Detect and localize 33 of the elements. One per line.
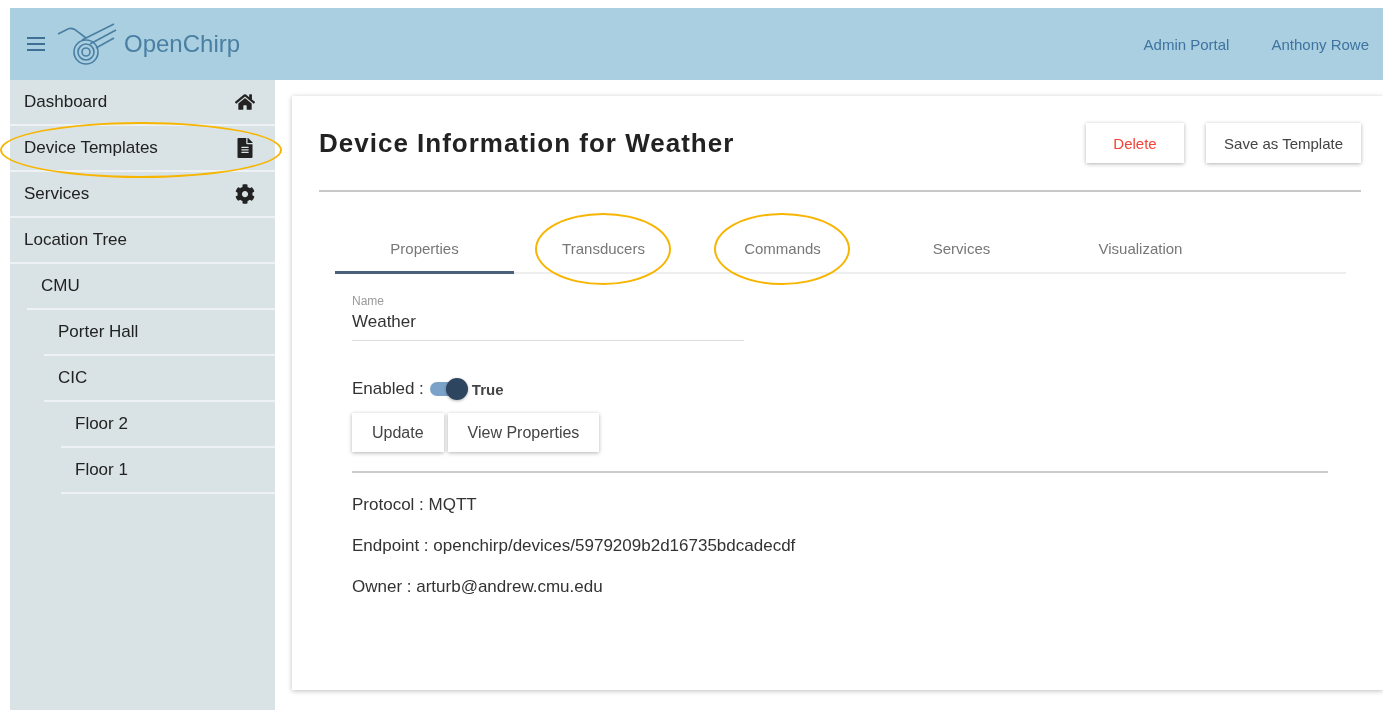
tree-item[interactable]: Floor 2 (61, 402, 275, 448)
tab[interactable]: Properties (335, 225, 514, 274)
action-button[interactable]: Delete (1086, 123, 1185, 163)
sidebar-item[interactable]: Services (10, 172, 275, 218)
sidebar-item[interactable]: Device Templates (10, 126, 275, 172)
document-icon (235, 138, 255, 158)
bird-logo-icon (56, 22, 118, 66)
tab[interactable]: Visualization (1051, 225, 1230, 274)
tree-item[interactable]: Porter Hall (44, 310, 275, 356)
tab[interactable]: Transducers (514, 225, 693, 274)
toggle-state: True (471, 380, 504, 398)
info-line: Protocol : MQTT (352, 495, 478, 515)
field-label: Name (352, 294, 385, 308)
menu-icon[interactable] (26, 36, 46, 52)
info-line: Endpoint : openchirp/devices/5979209b2d16735bdcadecdf (352, 536, 797, 556)
sidebar-item[interactable]: Dashboard (10, 80, 275, 126)
tab[interactable]: Commands (693, 225, 872, 274)
field-value: Weather (352, 312, 417, 332)
tree-item[interactable]: Floor 1 (61, 448, 275, 494)
action-button[interactable]: Save as Template (1206, 123, 1361, 163)
tree-item[interactable]: Location Tree (10, 218, 275, 264)
home-icon (235, 92, 255, 112)
app-name: OpenChirp (124, 30, 241, 58)
tree-item[interactable]: CMU (27, 264, 275, 310)
tab[interactable]: Services (872, 225, 1051, 274)
info-line: Owner : arturb@andrew.cmu.edu (352, 577, 604, 597)
enabled-label: Enabled : (352, 379, 424, 399)
settings-icon (235, 184, 255, 204)
form-button[interactable]: Update (352, 413, 444, 452)
tree-item[interactable]: CIC (44, 356, 275, 402)
form-button[interactable]: View Properties (447, 413, 600, 452)
page-title: Device Information for Weather (319, 127, 735, 159)
name-field[interactable]: Name Weather (352, 274, 744, 341)
